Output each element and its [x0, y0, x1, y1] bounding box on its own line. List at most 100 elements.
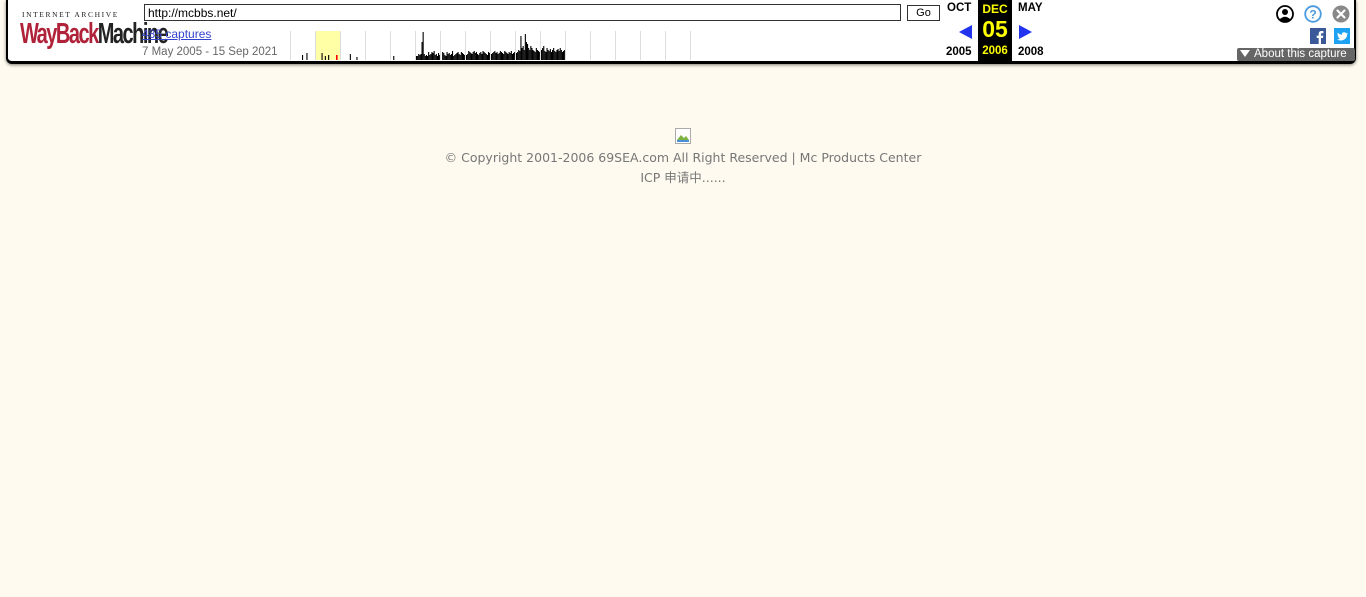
capture-bar[interactable] — [470, 53, 472, 60]
capture-bar[interactable] — [445, 56, 447, 60]
capture-bar[interactable] — [442, 52, 444, 60]
capture-bar[interactable] — [453, 56, 455, 60]
capture-bar[interactable] — [553, 48, 555, 60]
capture-bar[interactable] — [434, 55, 436, 60]
capture-bar[interactable] — [474, 53, 476, 60]
capture-bar[interactable] — [435, 54, 437, 60]
captures-link[interactable]: 485 captures — [142, 27, 211, 41]
capture-bar[interactable] — [484, 53, 486, 60]
capture-bar[interactable] — [457, 52, 459, 60]
help-icon[interactable]: ? — [1304, 5, 1322, 23]
capture-bar[interactable] — [356, 57, 358, 60]
capture-bar[interactable] — [538, 51, 540, 60]
capture-bar[interactable] — [520, 36, 522, 60]
capture-bar[interactable] — [504, 51, 506, 60]
capture-bar[interactable] — [507, 54, 509, 60]
capture-bar[interactable] — [436, 56, 438, 60]
capture-bar[interactable] — [523, 50, 525, 60]
capture-bar[interactable] — [422, 32, 424, 60]
user-circle-icon[interactable] — [1276, 5, 1294, 23]
capture-bar[interactable] — [511, 54, 513, 60]
capture-bar[interactable] — [488, 52, 490, 60]
capture-bar[interactable] — [466, 55, 468, 60]
capture-bar[interactable] — [525, 42, 527, 60]
capture-bar[interactable] — [460, 52, 462, 60]
capture-bar[interactable] — [473, 51, 475, 60]
capture-bar[interactable] — [518, 50, 520, 60]
capture-bar[interactable] — [458, 54, 460, 60]
capture-bar[interactable] — [543, 46, 545, 60]
capture-bar[interactable] — [502, 53, 504, 60]
facebook-icon[interactable] — [1310, 28, 1326, 44]
capture-bar[interactable] — [529, 50, 531, 60]
capture-bar[interactable] — [535, 48, 537, 60]
capture-bar[interactable] — [556, 50, 558, 60]
capture-bar[interactable] — [463, 54, 465, 60]
capture-bar[interactable] — [424, 56, 426, 60]
capture-bar[interactable] — [423, 54, 425, 60]
capture-bar[interactable] — [328, 55, 330, 60]
capture-bar[interactable] — [558, 51, 560, 60]
capture-bar[interactable] — [542, 48, 544, 60]
capture-bar[interactable] — [528, 48, 530, 60]
prev-month-label[interactable]: OCT — [947, 2, 971, 14]
capture-bar[interactable] — [349, 54, 351, 60]
current-capture-bar[interactable] — [336, 55, 338, 60]
url-input[interactable] — [144, 4, 901, 21]
capture-bar[interactable] — [444, 55, 446, 60]
capture-bar[interactable] — [448, 53, 450, 60]
capture-bar[interactable] — [521, 48, 523, 60]
capture-bar[interactable] — [450, 54, 452, 60]
capture-bar[interactable] — [432, 53, 434, 60]
capture-bar[interactable] — [483, 52, 485, 60]
capture-bar[interactable] — [449, 55, 451, 60]
capture-bar[interactable] — [495, 53, 497, 60]
capture-bar[interactable] — [527, 44, 529, 60]
capture-bar[interactable] — [454, 55, 456, 60]
capture-bar[interactable] — [472, 52, 474, 60]
capture-bar[interactable] — [492, 53, 494, 60]
capture-bar[interactable] — [480, 52, 482, 60]
capture-bar[interactable] — [420, 54, 422, 60]
capture-bar[interactable] — [533, 51, 535, 60]
capture-bar[interactable] — [447, 54, 449, 60]
capture-bar[interactable] — [522, 46, 524, 60]
capture-bar[interactable] — [431, 52, 433, 60]
capture-bar[interactable] — [550, 52, 552, 60]
capture-bar[interactable] — [471, 54, 473, 60]
capture-bar[interactable] — [541, 50, 543, 60]
capture-bar[interactable] — [443, 53, 445, 60]
about-capture-toggle[interactable]: About this capture — [1237, 48, 1355, 61]
capture-bar[interactable] — [461, 53, 463, 60]
capture-bar[interactable] — [508, 52, 510, 60]
capture-bar[interactable] — [519, 51, 521, 60]
capture-bar[interactable] — [500, 52, 502, 60]
capture-bar[interactable] — [428, 52, 430, 60]
capture-bar[interactable] — [555, 52, 557, 60]
capture-bar[interactable] — [455, 54, 457, 60]
capture-bar[interactable] — [302, 55, 304, 60]
capture-bar[interactable] — [324, 56, 326, 60]
capture-bar[interactable] — [506, 53, 508, 60]
close-icon[interactable] — [1332, 5, 1350, 23]
capture-bar[interactable] — [545, 52, 547, 60]
capture-bar[interactable] — [417, 56, 419, 60]
capture-bar[interactable] — [510, 51, 512, 60]
capture-bar[interactable] — [306, 53, 308, 60]
capture-bar[interactable] — [544, 51, 546, 60]
capture-bar[interactable] — [485, 54, 487, 60]
capture-bar[interactable] — [482, 51, 484, 60]
capture-sparkline[interactable] — [290, 31, 940, 60]
capture-bar[interactable] — [560, 50, 562, 60]
capture-bar[interactable] — [433, 51, 435, 60]
capture-bar[interactable] — [496, 52, 498, 60]
capture-bar[interactable] — [524, 34, 526, 60]
wayback-logo[interactable]: INTERNET ARCHIVE WayBackMachine — [20, 8, 169, 50]
capture-bar[interactable] — [419, 55, 421, 60]
capture-bar[interactable] — [469, 52, 471, 60]
capture-bar[interactable] — [534, 52, 536, 60]
capture-bar[interactable] — [530, 46, 532, 60]
capture-bar[interactable] — [486, 55, 488, 60]
capture-bar[interactable] — [509, 53, 511, 60]
capture-bar[interactable] — [421, 42, 423, 60]
